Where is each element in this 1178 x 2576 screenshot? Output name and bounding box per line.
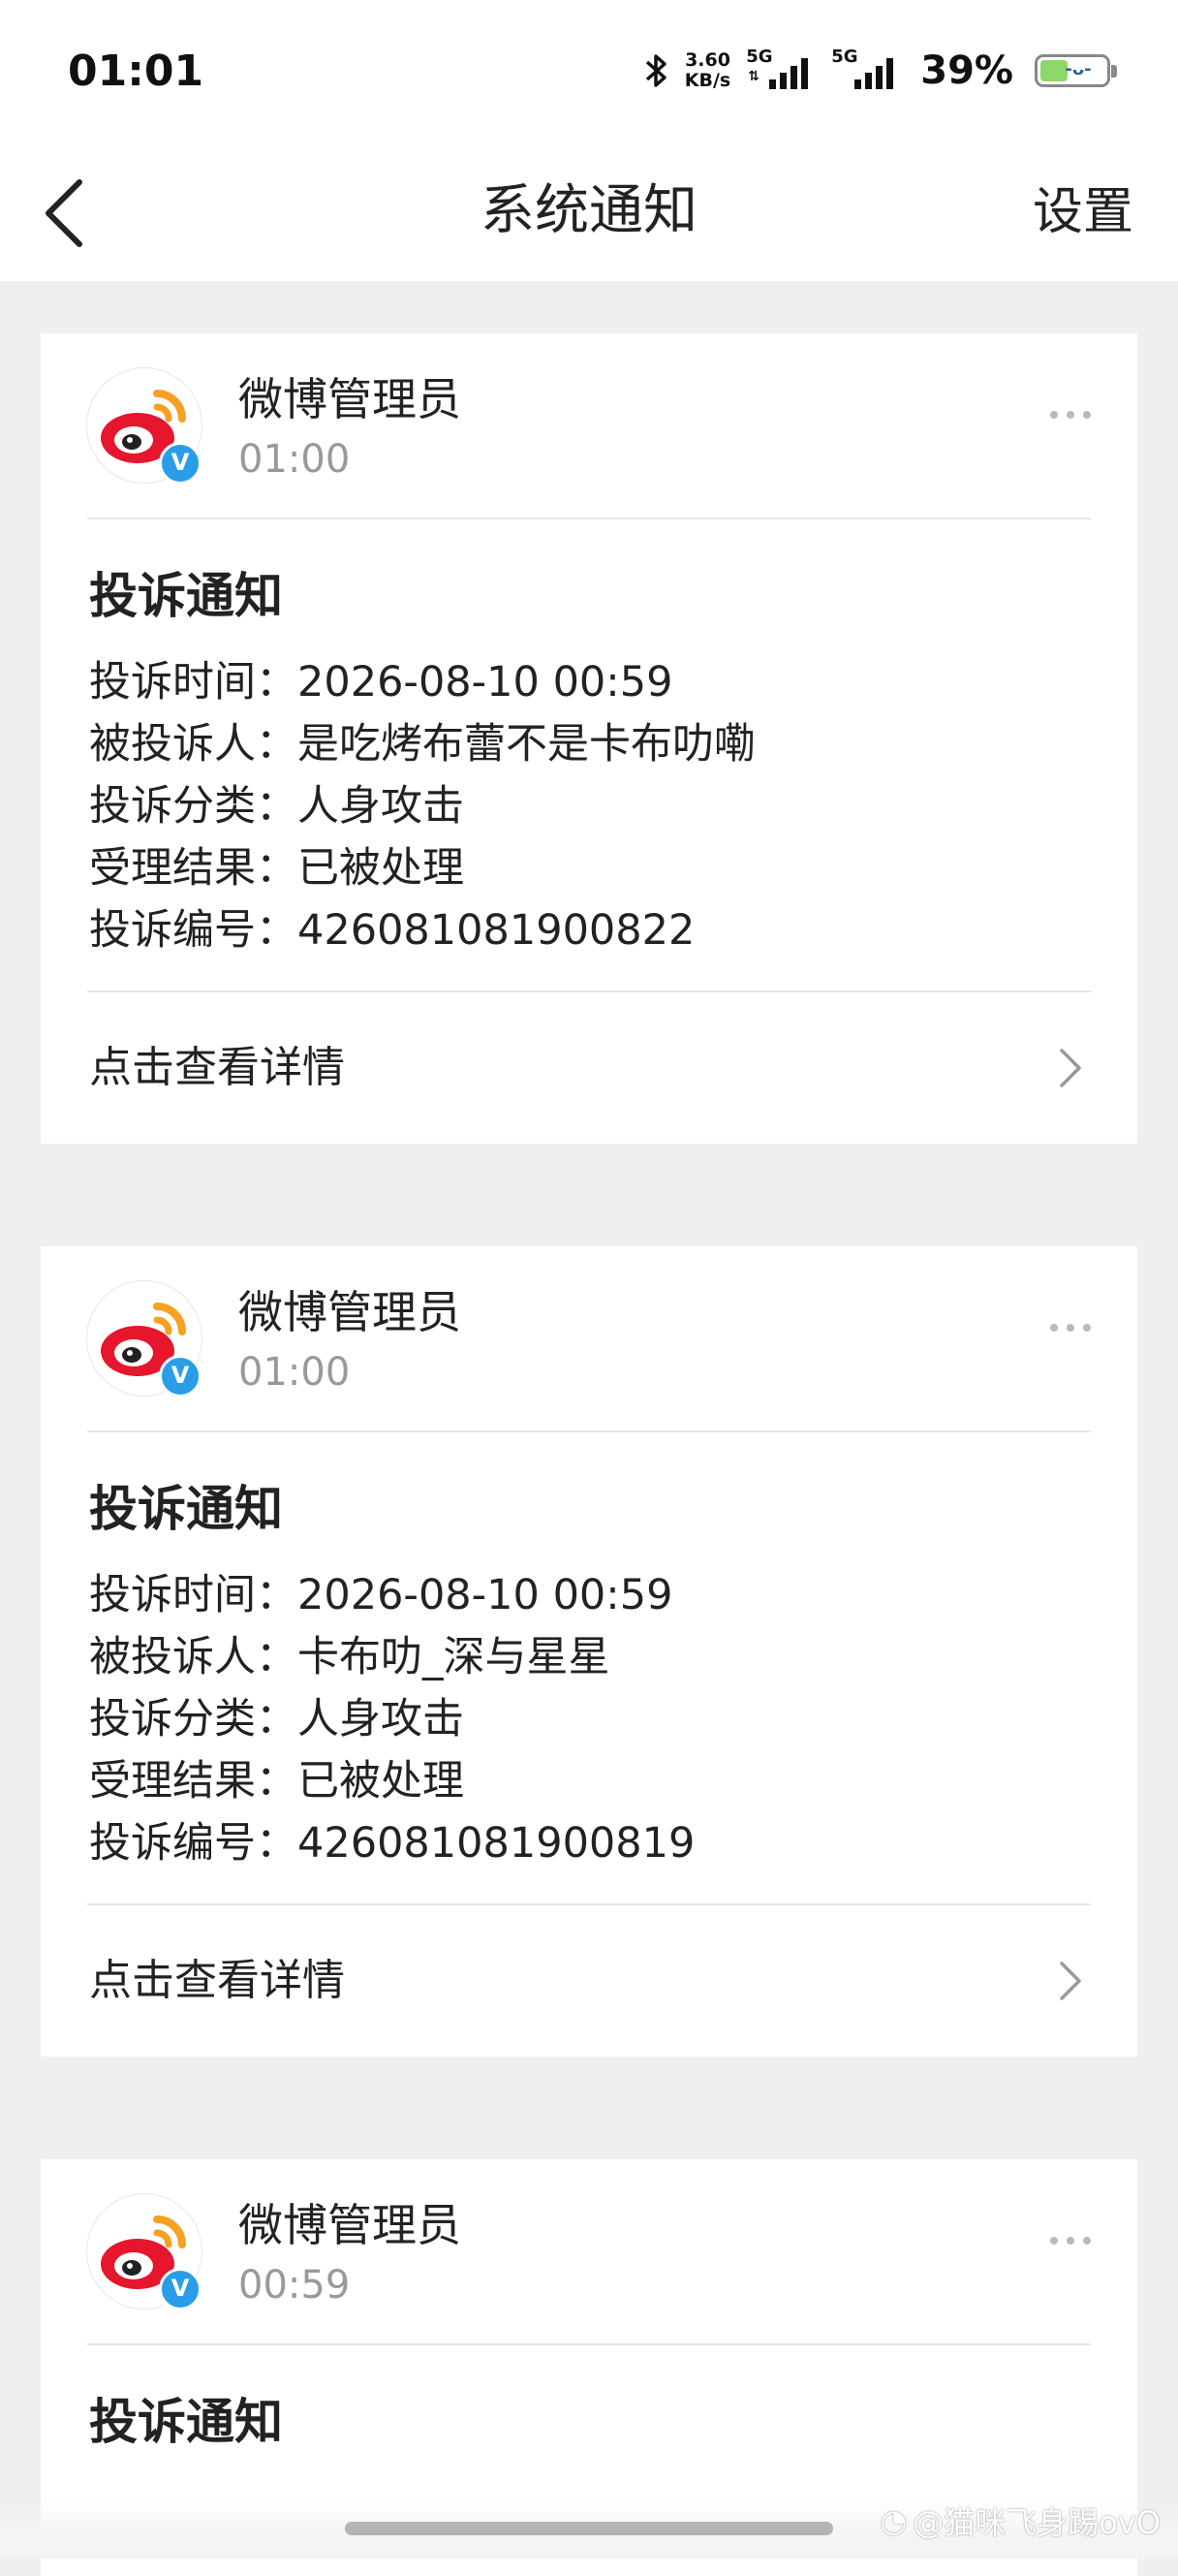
complaint-result: 受理结果：已被处理 (89, 844, 464, 893)
card-header: V 微博管理员 01:00 (41, 1246, 1137, 1430)
card-header: V 微博管理员 01:00 (41, 333, 1137, 518)
card-body: 投诉通知 投诉时间：2026-08-10 00:59 被投诉人：是吃烤布蕾不是卡… (41, 519, 1137, 990)
verified-icon: V (159, 1355, 202, 1398)
signal-5g-2: 5G (831, 48, 901, 93)
signal-bars-icon (769, 58, 809, 89)
view-details-row[interactable]: 点击查看详情 (41, 1905, 1137, 2057)
complaint-number: 投诉编号：426081081900819 (89, 1819, 696, 1868)
notification-card: V 微博管理员 01:00 投诉通知 投诉时间：2026-08-10 00:59… (41, 333, 1137, 1144)
complaint-category: 投诉分类：人身攻击 (89, 1695, 464, 1744)
page-title: 系统通知 (480, 179, 698, 242)
notice-title: 投诉通知 (89, 2394, 283, 2450)
battery-percent: 39% (920, 48, 1013, 93)
bluetooth-icon (644, 51, 669, 90)
view-details-label: 点击查看详情 (89, 1956, 345, 2005)
network-speed: 3.60 KB/s (685, 50, 730, 91)
notice-title: 投诉通知 (89, 1481, 283, 1537)
complaint-category: 投诉分类：人身攻击 (89, 782, 464, 831)
complaint-number: 投诉编号：426081081900822 (89, 906, 696, 955)
watermark: ◔ @猫咪飞身踢ovO (880, 2498, 1161, 2543)
more-icon[interactable] (1050, 1324, 1091, 1332)
settings-button[interactable]: 设置 (1033, 178, 1133, 246)
more-icon[interactable] (1050, 2237, 1091, 2245)
weibo-watermark-icon: ◔ (880, 2502, 908, 2539)
notice-title: 投诉通知 (89, 568, 283, 624)
chevron-right-icon (1060, 1049, 1081, 1087)
signal-5g-1: 5G ⇅ (746, 48, 816, 93)
complaint-time: 投诉时间：2026-08-10 00:59 (89, 1571, 673, 1619)
card-header: V 微博管理员 00:59 (41, 2159, 1137, 2343)
complaint-time: 投诉时间：2026-08-10 00:59 (89, 658, 673, 707)
signal-bars-icon (854, 58, 894, 89)
message-time: 01:00 (238, 1350, 351, 1395)
view-details-row[interactable]: 点击查看详情 (41, 992, 1137, 1144)
card-body: 投诉通知 (41, 2345, 1137, 2506)
card-body: 投诉通知 投诉时间：2026-08-10 00:59 被投诉人：卡布叻_深与星星… (41, 1432, 1137, 1903)
message-time: 01:00 (238, 437, 351, 482)
battery-icon: -ᴗ- (1035, 54, 1117, 87)
complaint-target: 被投诉人：卡布叻_深与星星 (89, 1633, 610, 1681)
watermark-text: @猫咪飞身踢ovO (913, 2504, 1161, 2541)
message-time: 00:59 (238, 2263, 351, 2308)
status-icons: 3.60 KB/s 5G ⇅ 5G 39% -ᴗ- (644, 48, 1117, 93)
network-speed-unit: KB/s (684, 70, 731, 91)
network-speed-value: 3.60 (685, 49, 730, 71)
chevron-right-icon (1060, 1962, 1081, 2000)
home-indicator[interactable] (345, 2522, 833, 2535)
sender-name[interactable]: 微博管理员 (238, 370, 461, 428)
sender-name[interactable]: 微博管理员 (238, 1283, 461, 1341)
verified-icon: V (159, 2268, 202, 2310)
data-arrows-icon: ⇅ (748, 69, 760, 84)
notification-card: V 微博管理员 01:00 投诉通知 投诉时间：2026-08-10 00:59… (41, 1246, 1137, 2057)
verified-icon: V (159, 442, 202, 485)
view-details-label: 点击查看详情 (89, 1043, 345, 1092)
battery-face-icon: -ᴗ- (1065, 59, 1092, 79)
complaint-result: 受理结果：已被处理 (89, 1757, 464, 1806)
status-time: 01:01 (68, 47, 204, 96)
sender-name[interactable]: 微博管理员 (238, 2196, 461, 2254)
complaint-target: 被投诉人：是吃烤布蕾不是卡布叻嘞 (89, 720, 756, 769)
nav-bar: 系统通知 设置 (0, 145, 1178, 281)
more-icon[interactable] (1050, 411, 1091, 419)
status-bar: 01:01 3.60 KB/s 5G ⇅ 5G 39% -ᴗ- (0, 0, 1178, 145)
